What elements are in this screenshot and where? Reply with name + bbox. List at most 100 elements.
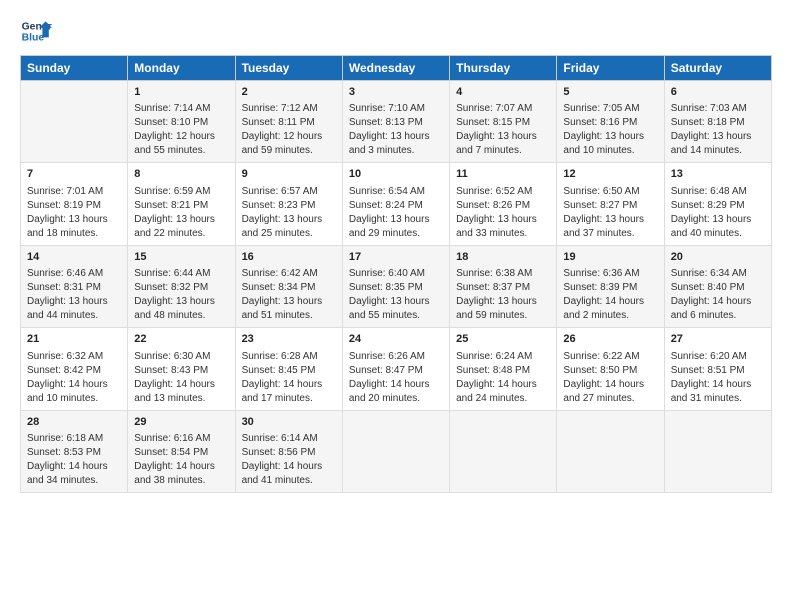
calendar-table: SundayMondayTuesdayWednesdayThursdayFrid… xyxy=(20,55,772,493)
day-number: 18 xyxy=(456,250,550,265)
day-info: Sunrise: 6:59 AM Sunset: 8:21 PM Dayligh… xyxy=(134,185,228,241)
day-number: 28 xyxy=(27,415,121,430)
cell-w5-d4 xyxy=(342,410,449,492)
col-header-tuesday: Tuesday xyxy=(235,56,342,81)
cell-w1-d2: 1 Sunrise: 7:14 AM Sunset: 8:10 PM Daylig… xyxy=(128,81,235,163)
week-row-3: 14Sunrise: 6:46 AM Sunset: 8:31 PM Dayli… xyxy=(21,245,772,327)
cell-w2-d4: 10 Sunrise: 6:54 AM Sunset: 8:24 PM Dayli… xyxy=(342,163,449,245)
day-info: Sunrise: 6:34 AM Sunset: 8:40 PM Dayligh… xyxy=(671,267,765,323)
col-header-saturday: Saturday xyxy=(664,56,771,81)
day-number: 26 xyxy=(563,332,657,347)
day-number: 17 xyxy=(349,250,443,265)
day-info: Sunrise: 6:20 AM Sunset: 8:51 PM Dayligh… xyxy=(671,350,765,406)
col-header-thursday: Thursday xyxy=(450,56,557,81)
day-number: 2 xyxy=(242,85,336,100)
day-info: Sunrise: 6:48 AM Sunset: 8:29 PM Dayligh… xyxy=(671,185,765,241)
day-number: 25 xyxy=(456,332,550,347)
page-container: General Blue SundayMondayTuesdayWednesda… xyxy=(0,0,792,503)
logo-icon: General Blue xyxy=(20,15,52,47)
day-info: Sunrise: 7:14 AM Sunset: 8:10 PM Dayligh… xyxy=(134,102,228,158)
day-info: Sunrise: 6:52 AM Sunset: 8:26 PM Dayligh… xyxy=(456,185,550,241)
day-info: Sunrise: 6:38 AM Sunset: 8:37 PM Dayligh… xyxy=(456,267,550,323)
day-number: 7 xyxy=(27,167,121,182)
day-number: 13 xyxy=(671,167,765,182)
day-info: Sunrise: 6:40 AM Sunset: 8:35 PM Dayligh… xyxy=(349,267,443,323)
cell-w4-d7: 27Sunrise: 6:20 AM Sunset: 8:51 PM Dayli… xyxy=(664,328,771,410)
day-number: 4 xyxy=(456,85,550,100)
col-header-sunday: Sunday xyxy=(21,56,128,81)
day-number: 10 xyxy=(349,167,443,182)
day-info: Sunrise: 7:10 AM Sunset: 8:13 PM Dayligh… xyxy=(349,102,443,158)
day-number: 23 xyxy=(242,332,336,347)
header-row: SundayMondayTuesdayWednesdayThursdayFrid… xyxy=(21,56,772,81)
week-row-2: 7 Sunrise: 7:01 AM Sunset: 8:19 PM Daylig… xyxy=(21,163,772,245)
day-info: Sunrise: 7:01 AM Sunset: 8:19 PM Dayligh… xyxy=(27,185,121,241)
cell-w4-d6: 26 Sunrise: 6:22 AM Sunset: 8:50 PM Dayli… xyxy=(557,328,664,410)
cell-w5-d1: 28 Sunrise: 6:18 AM Sunset: 8:53 PM Dayli… xyxy=(21,410,128,492)
cell-w4-d4: 24 Sunrise: 6:26 AM Sunset: 8:47 PM Dayli… xyxy=(342,328,449,410)
day-number: 3 xyxy=(349,85,443,100)
week-row-5: 28 Sunrise: 6:18 AM Sunset: 8:53 PM Dayli… xyxy=(21,410,772,492)
day-info: Sunrise: 7:07 AM Sunset: 8:15 PM Dayligh… xyxy=(456,102,550,158)
week-row-1: 1 Sunrise: 7:14 AM Sunset: 8:10 PM Daylig… xyxy=(21,81,772,163)
day-number: 12 xyxy=(563,167,657,182)
day-number: 14 xyxy=(27,250,121,265)
day-info: Sunrise: 6:36 AM Sunset: 8:39 PM Dayligh… xyxy=(563,267,657,323)
svg-text:Blue: Blue xyxy=(22,33,45,44)
day-number: 15 xyxy=(134,250,228,265)
cell-w3-d5: 18 Sunrise: 6:38 AM Sunset: 8:37 PM Dayli… xyxy=(450,245,557,327)
cell-w3-d3: 16 Sunrise: 6:42 AM Sunset: 8:34 PM Dayli… xyxy=(235,245,342,327)
day-info: Sunrise: 6:54 AM Sunset: 8:24 PM Dayligh… xyxy=(349,185,443,241)
header: General Blue xyxy=(20,15,772,47)
cell-w2-d2: 8 Sunrise: 6:59 AM Sunset: 8:21 PM Daylig… xyxy=(128,163,235,245)
day-number: 24 xyxy=(349,332,443,347)
col-header-friday: Friday xyxy=(557,56,664,81)
day-info: Sunrise: 6:26 AM Sunset: 8:47 PM Dayligh… xyxy=(349,350,443,406)
day-number: 29 xyxy=(134,415,228,430)
day-number: 16 xyxy=(242,250,336,265)
cell-w2-d7: 13 Sunrise: 6:48 AM Sunset: 8:29 PM Dayli… xyxy=(664,163,771,245)
day-number: 9 xyxy=(242,167,336,182)
cell-w3-d2: 15 Sunrise: 6:44 AM Sunset: 8:32 PM Dayli… xyxy=(128,245,235,327)
cell-w2-d1: 7 Sunrise: 7:01 AM Sunset: 8:19 PM Daylig… xyxy=(21,163,128,245)
logo: General Blue xyxy=(20,15,52,47)
cell-w4-d5: 25 Sunrise: 6:24 AM Sunset: 8:48 PM Dayli… xyxy=(450,328,557,410)
day-info: Sunrise: 6:44 AM Sunset: 8:32 PM Dayligh… xyxy=(134,267,228,323)
day-info: Sunrise: 7:03 AM Sunset: 8:18 PM Dayligh… xyxy=(671,102,765,158)
cell-w4-d1: 21Sunrise: 6:32 AM Sunset: 8:42 PM Dayli… xyxy=(21,328,128,410)
cell-w2-d5: 11Sunrise: 6:52 AM Sunset: 8:26 PM Dayli… xyxy=(450,163,557,245)
day-info: Sunrise: 6:57 AM Sunset: 8:23 PM Dayligh… xyxy=(242,185,336,241)
day-info: Sunrise: 6:42 AM Sunset: 8:34 PM Dayligh… xyxy=(242,267,336,323)
cell-w5-d3: 30Sunrise: 6:14 AM Sunset: 8:56 PM Dayli… xyxy=(235,410,342,492)
cell-w1-d4: 3 Sunrise: 7:10 AM Sunset: 8:13 PM Daylig… xyxy=(342,81,449,163)
day-info: Sunrise: 6:22 AM Sunset: 8:50 PM Dayligh… xyxy=(563,350,657,406)
day-number: 1 xyxy=(134,85,228,100)
cell-w4-d2: 22 Sunrise: 6:30 AM Sunset: 8:43 PM Dayli… xyxy=(128,328,235,410)
day-number: 8 xyxy=(134,167,228,182)
col-header-wednesday: Wednesday xyxy=(342,56,449,81)
day-info: Sunrise: 6:32 AM Sunset: 8:42 PM Dayligh… xyxy=(27,350,121,406)
cell-w5-d7 xyxy=(664,410,771,492)
day-info: Sunrise: 6:30 AM Sunset: 8:43 PM Dayligh… xyxy=(134,350,228,406)
day-info: Sunrise: 6:24 AM Sunset: 8:48 PM Dayligh… xyxy=(456,350,550,406)
cell-w2-d6: 12Sunrise: 6:50 AM Sunset: 8:27 PM Dayli… xyxy=(557,163,664,245)
day-number: 6 xyxy=(671,85,765,100)
day-number: 30 xyxy=(242,415,336,430)
day-number: 22 xyxy=(134,332,228,347)
cell-w3-d1: 14Sunrise: 6:46 AM Sunset: 8:31 PM Dayli… xyxy=(21,245,128,327)
col-header-monday: Monday xyxy=(128,56,235,81)
cell-w1-d1 xyxy=(21,81,128,163)
day-info: Sunrise: 6:28 AM Sunset: 8:45 PM Dayligh… xyxy=(242,350,336,406)
cell-w3-d7: 20Sunrise: 6:34 AM Sunset: 8:40 PM Dayli… xyxy=(664,245,771,327)
cell-w1-d6: 5Sunrise: 7:05 AM Sunset: 8:16 PM Daylig… xyxy=(557,81,664,163)
cell-w3-d6: 19 Sunrise: 6:36 AM Sunset: 8:39 PM Dayli… xyxy=(557,245,664,327)
day-number: 19 xyxy=(563,250,657,265)
cell-w5-d2: 29Sunrise: 6:16 AM Sunset: 8:54 PM Dayli… xyxy=(128,410,235,492)
cell-w1-d7: 6 Sunrise: 7:03 AM Sunset: 8:18 PM Daylig… xyxy=(664,81,771,163)
week-row-4: 21Sunrise: 6:32 AM Sunset: 8:42 PM Dayli… xyxy=(21,328,772,410)
cell-w4-d3: 23 Sunrise: 6:28 AM Sunset: 8:45 PM Dayli… xyxy=(235,328,342,410)
cell-w1-d5: 4 Sunrise: 7:07 AM Sunset: 8:15 PM Daylig… xyxy=(450,81,557,163)
cell-w5-d5 xyxy=(450,410,557,492)
day-info: Sunrise: 6:18 AM Sunset: 8:53 PM Dayligh… xyxy=(27,432,121,488)
cell-w3-d4: 17 Sunrise: 6:40 AM Sunset: 8:35 PM Dayli… xyxy=(342,245,449,327)
